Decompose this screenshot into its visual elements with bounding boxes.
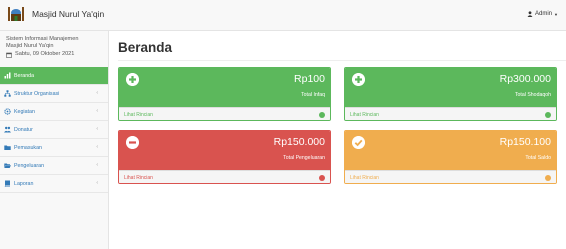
- plus-circle-icon: [126, 73, 139, 86]
- card-amount: Rp100: [294, 73, 325, 85]
- date-text: Sabtu, 09 Oktober 2021: [15, 51, 75, 57]
- card-header: Rp150.100 Total Saldo: [345, 131, 556, 170]
- sidebar-item-label: Donatur: [14, 126, 33, 133]
- sidebar: Sistem Informasi Manajemen Masjid Nurul …: [0, 31, 109, 249]
- sidebar-item-pengeluaran[interactable]: Pengeluaran ‹: [0, 157, 108, 175]
- users-icon: [4, 126, 11, 133]
- admin-label: Admin: [535, 11, 553, 17]
- infaq-summary-card: Rp100 Total Infaq Lihat Rincian: [118, 67, 331, 121]
- gear-icon: [4, 108, 11, 115]
- card-amount: Rp150.000: [273, 136, 325, 148]
- view-details-link[interactable]: Lihat Rincian: [124, 175, 153, 181]
- pengeluaran-summary-card: Rp150.000 Total Pengeluaran Lihat Rincia…: [118, 130, 331, 184]
- system-info: Sistem Informasi Manajemen Masjid Nurul …: [0, 31, 108, 58]
- sidebar-item-label: Laporan: [14, 180, 34, 187]
- sidebar-menu: Beranda Struktur Organisasi ‹ Kegiatan ‹…: [0, 67, 108, 193]
- card-footer-link[interactable]: Lihat Rincian: [119, 170, 330, 183]
- sidebar-item-label: Struktur Organisasi: [14, 90, 60, 97]
- arrow-circle-right-icon: [319, 174, 325, 181]
- arrow-circle-right-icon: [319, 111, 325, 118]
- sidebar-item-label: Beranda: [14, 72, 35, 79]
- plus-circle-icon: [352, 73, 365, 86]
- sidebar-item-label: Pengeluaran: [14, 162, 45, 169]
- card-header: Rp150.000 Total Pengeluaran: [119, 131, 330, 170]
- folder-icon: [4, 145, 11, 150]
- card-header: Rp300.000 Total Shodaqoh: [345, 68, 556, 107]
- card-footer-link[interactable]: Lihat Rincian: [345, 107, 556, 120]
- sidebar-item-struktur-organisasi[interactable]: Struktur Organisasi ‹: [0, 85, 108, 103]
- card-header: Rp100 Total Infaq: [119, 68, 330, 107]
- top-navbar: Masjid Nurul Ya'qin Admin ▼: [0, 0, 566, 31]
- check-circle-icon: [352, 136, 365, 149]
- minus-circle-icon: [126, 136, 139, 149]
- card-label: Total Saldo: [525, 155, 551, 161]
- page-title: Beranda: [118, 40, 173, 55]
- card-label: Total Shodaqoh: [514, 92, 551, 98]
- dashboard-icon: [4, 72, 11, 79]
- admin-menu-dropdown[interactable]: Admin ▼: [527, 11, 558, 17]
- sidebar-item-label: Pemasukan: [14, 144, 42, 151]
- card-label: Total Pengeluaran: [283, 155, 325, 161]
- caret-down-icon: ▼: [554, 11, 558, 17]
- view-details-link[interactable]: Lihat Rincian: [350, 175, 379, 181]
- sidebar-item-donatur[interactable]: Donatur ‹: [0, 121, 108, 139]
- saldo-summary-card: Rp150.100 Total Saldo Lihat Rincian: [344, 130, 557, 184]
- chevron-left-icon: ‹: [96, 162, 98, 168]
- card-footer-link[interactable]: Lihat Rincian: [119, 107, 330, 120]
- card-label: Total Infaq: [301, 92, 325, 98]
- chevron-left-icon: ‹: [96, 90, 98, 96]
- view-details-link[interactable]: Lihat Rincian: [350, 112, 379, 118]
- system-name-line-2: Masjid Nurul Ya'qin: [6, 43, 54, 49]
- mosque-logo-icon: [7, 6, 25, 22]
- chevron-left-icon: ‹: [96, 180, 98, 186]
- card-amount: Rp150.100: [499, 136, 551, 148]
- system-name-line-1: Sistem Informasi Manajemen: [6, 36, 79, 42]
- brand-name: Masjid Nurul Ya'qin: [32, 9, 105, 19]
- sidebar-item-laporan[interactable]: Laporan ‹: [0, 175, 108, 193]
- brand-link[interactable]: Masjid Nurul Ya'qin: [7, 6, 104, 22]
- chevron-left-icon: ‹: [96, 144, 98, 150]
- chevron-left-icon: ‹: [96, 108, 98, 114]
- book-icon: [4, 180, 10, 187]
- current-date: Sabtu, 09 Oktober 2021: [6, 51, 102, 58]
- title-divider: [118, 60, 566, 61]
- user-icon: [527, 11, 533, 17]
- arrow-circle-right-icon: [545, 111, 551, 118]
- shodaqoh-summary-card: Rp300.000 Total Shodaqoh Lihat Rincian: [344, 67, 557, 121]
- sidebar-item-beranda[interactable]: Beranda: [0, 67, 108, 85]
- folder-open-icon: [4, 163, 11, 168]
- card-footer-link[interactable]: Lihat Rincian: [345, 170, 556, 183]
- card-amount: Rp300.000: [499, 73, 551, 85]
- sitemap-icon: [4, 90, 11, 97]
- view-details-link[interactable]: Lihat Rincian: [124, 112, 153, 118]
- sidebar-item-pemasukan[interactable]: Pemasukan ‹: [0, 139, 108, 157]
- chevron-left-icon: ‹: [96, 126, 98, 132]
- sidebar-item-kegiatan[interactable]: Kegiatan ‹: [0, 103, 108, 121]
- calendar-icon: [6, 52, 12, 58]
- sidebar-item-label: Kegiatan: [14, 108, 35, 115]
- arrow-circle-right-icon: [545, 174, 551, 181]
